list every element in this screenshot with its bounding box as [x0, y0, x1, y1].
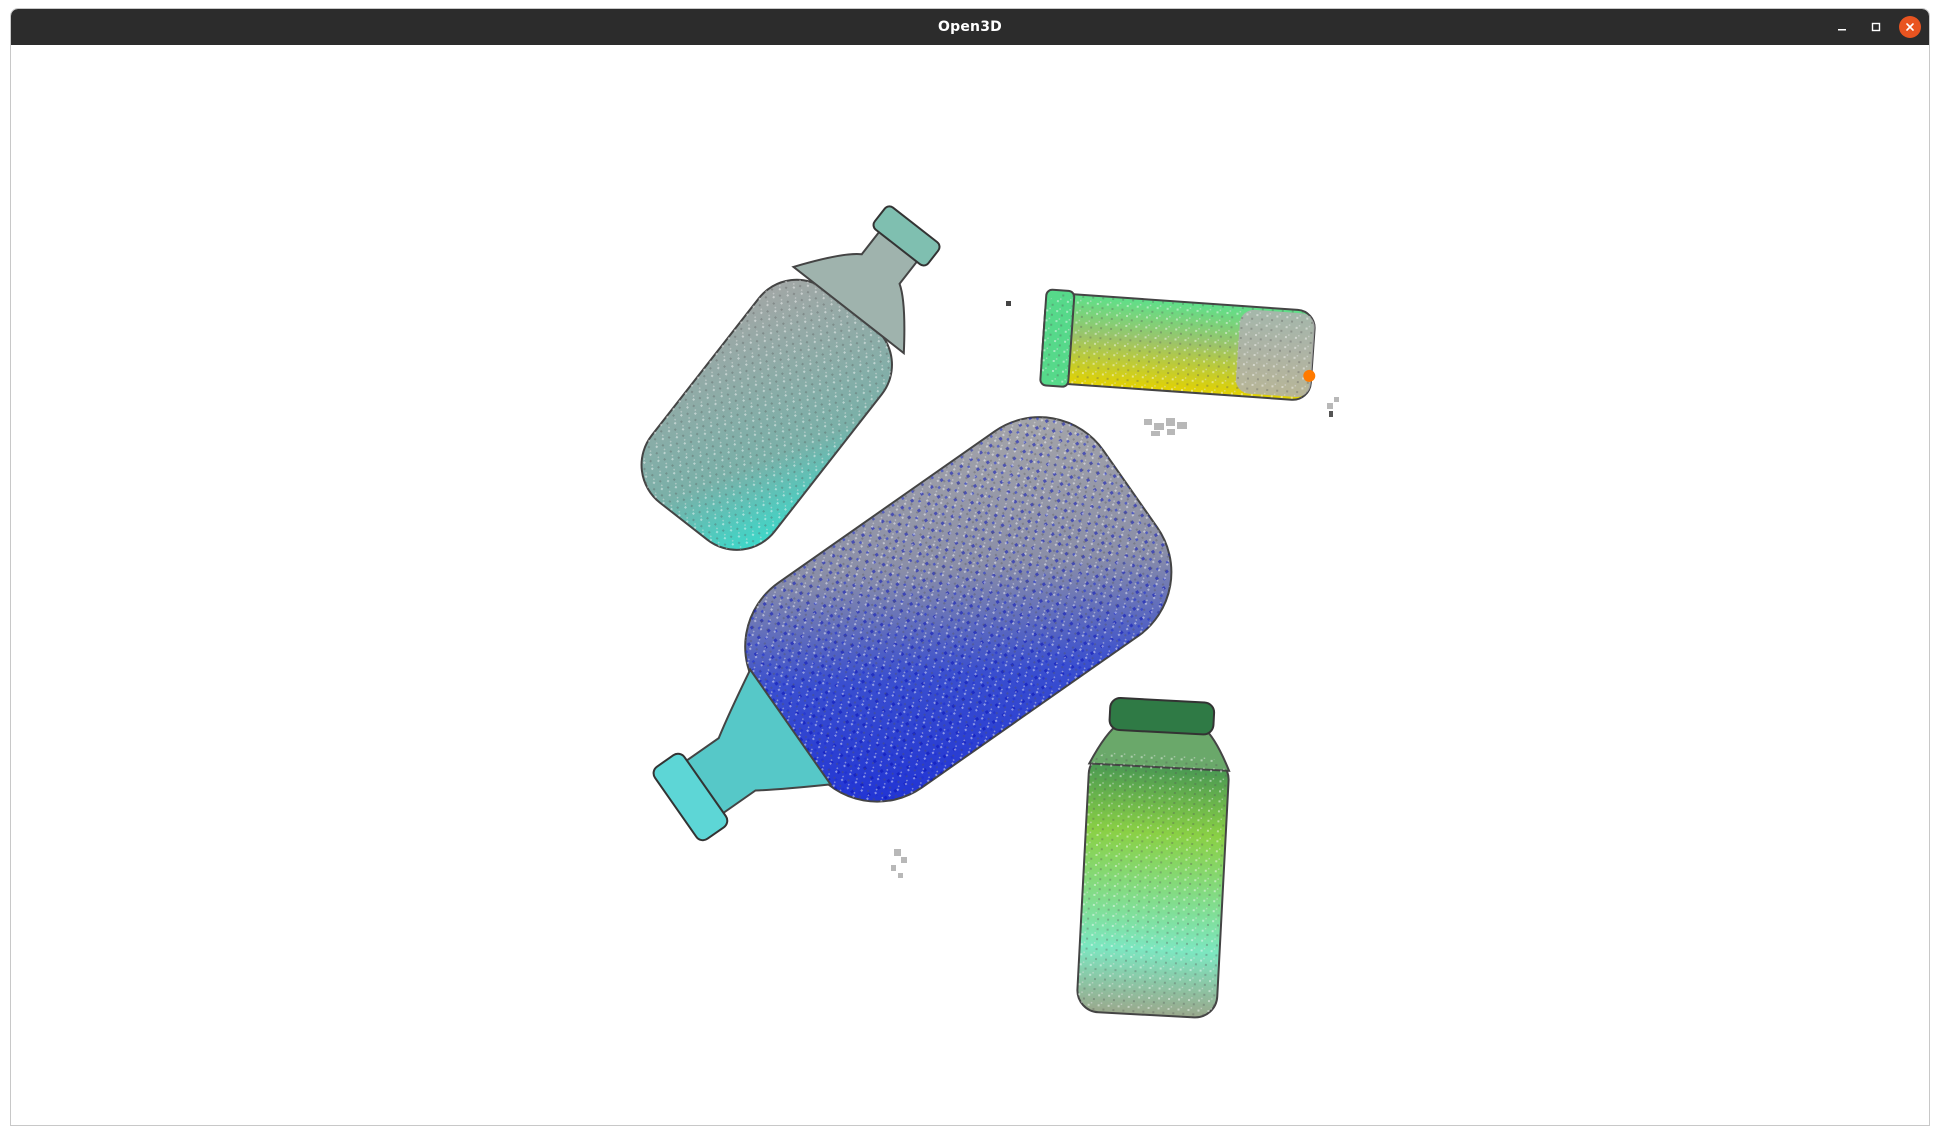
close-button[interactable]: [1899, 16, 1921, 38]
minimize-button[interactable]: [1831, 16, 1853, 38]
app-window: Open3D: [10, 8, 1930, 1126]
close-icon: [1906, 23, 1914, 31]
3d-viewport[interactable]: [11, 45, 1929, 1125]
title-bar[interactable]: Open3D: [11, 9, 1929, 45]
maximize-icon: [1871, 22, 1881, 32]
minimize-icon: [1838, 29, 1846, 31]
window-controls: [1819, 16, 1921, 38]
point-cloud-render[interactable]: [11, 45, 1929, 1125]
bottle-bottom-right: [1076, 697, 1231, 1019]
bottle-top-right: [1039, 288, 1316, 401]
window-title: Open3D: [938, 19, 1002, 35]
maximize-button[interactable]: [1865, 16, 1887, 38]
